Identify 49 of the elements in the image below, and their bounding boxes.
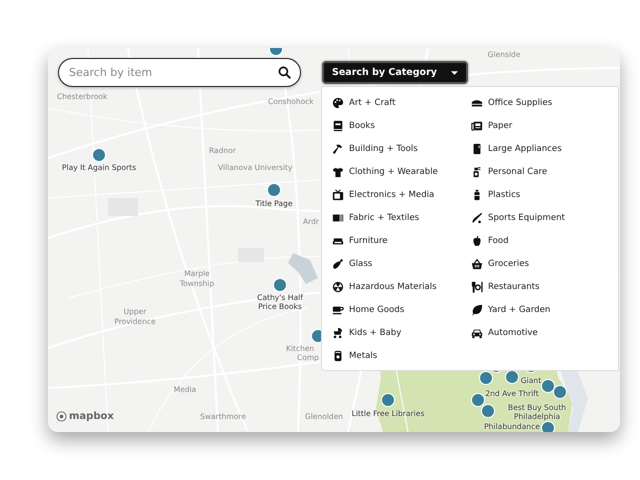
car-icon <box>471 326 483 338</box>
category-item[interactable]: Books <box>349 120 375 130</box>
basket-icon <box>471 258 483 270</box>
fabric-icon <box>332 212 344 224</box>
utensils-icon <box>471 280 483 292</box>
stroller-icon <box>332 326 344 338</box>
category-item[interactable]: Building + Tools <box>349 144 418 154</box>
book-icon <box>332 120 344 132</box>
category-item[interactable]: Paper <box>488 120 512 130</box>
category-item[interactable]: Yard + Garden <box>488 304 550 314</box>
palette-icon <box>332 96 344 108</box>
category-item[interactable]: Automotive <box>488 328 538 338</box>
hammer-icon <box>332 142 344 154</box>
category-item[interactable]: Furniture <box>349 236 388 246</box>
fridge-icon <box>471 142 483 154</box>
leaf-icon <box>471 304 483 316</box>
search-field[interactable]: Search by item <box>58 58 301 87</box>
attribution-logo[interactable]: mapbox <box>56 411 114 422</box>
category-item[interactable]: Large Appliances <box>488 144 562 154</box>
radiation-icon <box>332 280 344 292</box>
category-item[interactable]: Glass <box>349 258 372 268</box>
category-item[interactable]: Fabric + Textiles <box>349 212 420 222</box>
caret-icon <box>450 70 458 74</box>
tv-icon <box>332 188 344 200</box>
category-item[interactable]: Kids + Baby <box>349 328 402 338</box>
apple-icon <box>471 234 483 246</box>
category-item[interactable]: Plastics <box>488 190 520 200</box>
category-item[interactable]: Art + Craft <box>349 98 396 108</box>
category-item[interactable]: Home Goods <box>349 304 404 314</box>
category-item[interactable]: Food <box>488 236 509 246</box>
category-item[interactable]: Hazardous Materials <box>349 282 437 292</box>
category-item[interactable]: Metals <box>349 350 378 360</box>
search-icon[interactable] <box>278 66 291 79</box>
map-pin[interactable] <box>541 421 555 432</box>
category-item[interactable]: Restaurants <box>488 282 540 292</box>
newspaper-icon <box>471 120 483 132</box>
category-item[interactable]: Office Supplies <box>488 98 552 108</box>
bat-icon <box>471 212 483 224</box>
mug-icon <box>332 304 344 316</box>
category-item[interactable]: Sports Equipment <box>488 212 565 222</box>
spray-bottle-icon <box>471 166 483 178</box>
category-item[interactable]: Electronics + Media <box>349 190 434 200</box>
category-item[interactable]: Groceries <box>488 258 529 268</box>
category-item[interactable]: Personal Care <box>488 166 548 176</box>
bottle-icon <box>332 258 344 270</box>
category-dropdown-button[interactable]: Search by Category <box>322 61 468 84</box>
canister-icon <box>332 350 344 362</box>
shirt-icon <box>332 166 344 178</box>
category-item[interactable]: Clothing + Wearable <box>349 166 438 176</box>
